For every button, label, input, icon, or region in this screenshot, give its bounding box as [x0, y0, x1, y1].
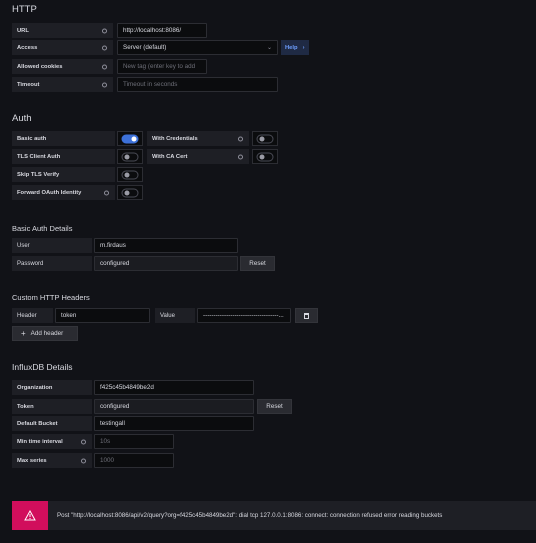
with-credentials-toggle-box — [252, 131, 278, 146]
header-name-input[interactable]: token — [55, 308, 150, 323]
tls-client-auth-label: TLS Client Auth — [12, 149, 115, 164]
http-section-title: HTTP — [12, 4, 37, 15]
token-input[interactable]: configured — [94, 399, 254, 414]
org-label: Organization — [12, 380, 92, 395]
trash-icon — [304, 312, 309, 319]
user-input[interactable]: m.firdaus — [94, 238, 238, 253]
skip-tls-label: Skip TLS Verify — [12, 167, 115, 182]
warning-icon — [24, 510, 36, 521]
add-header-label: Add header — [30, 330, 64, 337]
remove-header-button[interactable] — [295, 308, 318, 323]
url-label-text: URL — [17, 27, 29, 34]
min-interval-label: Min time interval — [12, 434, 92, 449]
forward-oauth-toggle-box — [117, 185, 143, 200]
with-credentials-label-text: With Credentials — [152, 135, 198, 142]
header-label: Header — [12, 308, 53, 323]
url-input[interactable]: http://localhost:8086/ — [117, 23, 207, 38]
chevron-right-icon: › — [302, 44, 305, 51]
auth-section-title: Auth — [12, 113, 32, 124]
allowed-cookies-label-text: Allowed cookies — [17, 63, 63, 70]
with-credentials-toggle[interactable] — [256, 134, 274, 143]
access-select-value: Server (default) — [123, 44, 167, 51]
token-reset-button[interactable]: Reset — [257, 399, 292, 414]
alert-message: Post "http://localhost:8086/api/v2/query… — [57, 512, 443, 519]
help-button-label: Help — [285, 44, 298, 51]
basic-auth-label: Basic auth — [12, 131, 115, 146]
tls-client-auth-toggle[interactable] — [121, 152, 139, 161]
min-interval-input[interactable]: 10s — [94, 434, 174, 449]
min-interval-label-text: Min time interval — [17, 438, 63, 445]
info-icon — [81, 458, 86, 463]
custom-headers-title: Custom HTTP Headers — [12, 293, 90, 302]
basic-auth-toggle-box — [117, 131, 143, 146]
info-icon — [81, 439, 86, 444]
max-series-label-text: Max series — [17, 457, 47, 464]
bucket-label: Default Bucket — [12, 416, 92, 431]
with-ca-cert-label-text: With CA Cert — [152, 153, 188, 160]
access-select[interactable]: Server (default) ⌄ — [117, 40, 278, 55]
basic-auth-details-title: Basic Auth Details — [12, 224, 73, 233]
info-icon — [238, 136, 243, 141]
forward-oauth-toggle[interactable] — [121, 188, 139, 197]
user-label: User — [12, 238, 92, 253]
access-label-text: Access — [17, 44, 38, 51]
error-alert: Post "http://localhost:8086/api/v2/query… — [12, 501, 536, 530]
plus-icon: + — [21, 329, 26, 338]
skip-tls-toggle[interactable] — [121, 170, 139, 179]
with-ca-cert-toggle[interactable] — [256, 152, 274, 161]
max-series-input[interactable]: 1000 — [94, 453, 174, 468]
help-button[interactable]: Help › — [281, 40, 309, 55]
add-header-button[interactable]: + Add header — [12, 326, 78, 341]
info-icon — [238, 154, 243, 159]
forward-oauth-label-text: Forward OAuth Identity — [17, 189, 82, 196]
max-series-label: Max series — [12, 453, 92, 468]
timeout-label: Timeout — [12, 77, 113, 92]
password-input[interactable]: configured — [94, 256, 238, 271]
info-icon — [102, 64, 107, 69]
org-input[interactable]: f425c45b4849be2d — [94, 380, 254, 395]
alert-icon-box — [12, 501, 48, 530]
allowed-cookies-input[interactable]: New tag (enter key to add — [117, 59, 207, 74]
with-ca-cert-toggle-box — [252, 149, 278, 164]
password-reset-button[interactable]: Reset — [240, 256, 275, 271]
info-icon — [102, 45, 107, 50]
timeout-label-text: Timeout — [17, 81, 40, 88]
url-label: URL — [12, 23, 113, 38]
basic-auth-toggle[interactable] — [121, 134, 139, 143]
info-icon — [104, 190, 109, 195]
influx-section-title: InfluxDB Details — [12, 362, 73, 372]
token-label: Token — [12, 399, 92, 414]
with-ca-cert-label: With CA Cert — [147, 149, 249, 164]
allowed-cookies-label: Allowed cookies — [12, 59, 113, 74]
access-label: Access — [12, 40, 113, 55]
forward-oauth-label: Forward OAuth Identity — [12, 185, 115, 200]
tls-client-auth-toggle-box — [117, 149, 143, 164]
header-value-input[interactable]: ------------------------------------... — [197, 308, 291, 323]
value-label: Value — [155, 308, 195, 323]
chevron-down-icon: ⌄ — [266, 45, 272, 51]
info-icon — [102, 82, 107, 87]
skip-tls-toggle-box — [117, 167, 143, 182]
info-icon — [102, 28, 107, 33]
password-label: Password — [12, 256, 92, 271]
timeout-input[interactable]: Timeout in seconds — [117, 77, 278, 92]
with-credentials-label: With Credentials — [147, 131, 249, 146]
bucket-input[interactable]: testingall — [94, 416, 254, 431]
